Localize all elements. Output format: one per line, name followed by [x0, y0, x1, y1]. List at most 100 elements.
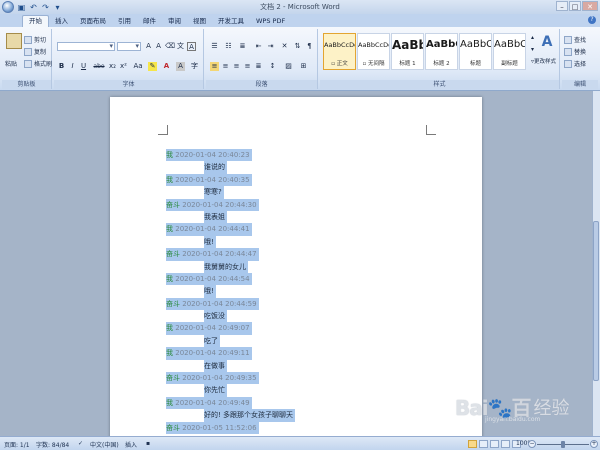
style-heading-2-name: 标题 2	[433, 61, 450, 67]
tab-review[interactable]: 审阅	[162, 16, 187, 27]
full-screen-reading-icon[interactable]	[479, 440, 488, 448]
styles-scroll-down-icon[interactable]: ▾	[528, 45, 537, 54]
close-button[interactable]: ✕	[582, 1, 598, 11]
enclose-char-icon[interactable]: 字	[190, 62, 199, 71]
sort-icon[interactable]: ⇅	[293, 42, 302, 51]
page-count[interactable]: 页面: 1/1	[4, 440, 30, 449]
maximize-button[interactable]: □	[569, 1, 581, 11]
copy-button[interactable]: 复制	[24, 47, 46, 56]
bullets-icon[interactable]: ☰	[210, 42, 219, 51]
align-left-icon[interactable]: ≡	[210, 62, 219, 71]
print-layout-view-icon[interactable]	[468, 440, 477, 448]
style-heading-1-sample: AaBb	[392, 38, 423, 52]
shading-icon[interactable]: ▨	[284, 62, 293, 71]
zoom-slider-thumb[interactable]	[561, 441, 565, 448]
tab-wps-pdf[interactable]: WPS PDF	[250, 16, 291, 27]
paste-button[interactable]: 粘贴	[5, 59, 17, 68]
insert-mode[interactable]: 插入	[125, 440, 137, 449]
format-painter-button[interactable]: 格式刷	[24, 59, 52, 68]
increase-indent-icon[interactable]: ⇥	[266, 42, 275, 51]
chat-sender: 奋斗	[166, 200, 180, 209]
styles-scroll-up-icon[interactable]: ▴	[528, 33, 537, 42]
justify-icon[interactable]: ≡	[243, 62, 252, 71]
font-size-select[interactable]	[117, 42, 141, 51]
zoom-in-button[interactable]: +	[590, 440, 598, 448]
tab-insert[interactable]: 插入	[49, 16, 74, 27]
numbering-icon[interactable]: ☷	[224, 42, 233, 51]
styles-group: AaBbCcDd ▫ 正文 AaBbCcDd ▫ 无间隔 AaBb 标题 1 A…	[320, 29, 560, 89]
align-center-icon[interactable]: ≡	[221, 62, 230, 71]
chat-header-line: 奋斗 2020-01-04 20:49:35	[166, 372, 316, 385]
font-color-button[interactable]: A	[162, 62, 171, 71]
tab-page-layout[interactable]: 页面布局	[74, 16, 112, 27]
tab-view[interactable]: 视图	[187, 16, 212, 27]
style-no-spacing[interactable]: AaBbCcDd ▫ 无间隔	[357, 33, 390, 70]
language-indicator[interactable]: 中文(中国)	[90, 440, 119, 449]
macro-record-icon[interactable]: ▪	[146, 440, 150, 447]
select-label: 选择	[574, 61, 587, 68]
char-shading-icon[interactable]: A	[176, 62, 185, 71]
align-right-icon[interactable]: ≡	[232, 62, 241, 71]
replace-button[interactable]: 替换	[564, 47, 586, 56]
decrease-indent-icon[interactable]: ⇤	[254, 42, 263, 51]
help-icon[interactable]: ?	[588, 16, 596, 24]
style-subtitle[interactable]: AaBbC 副标题	[493, 33, 526, 70]
style-title[interactable]: AaBbC 标题	[459, 33, 492, 70]
tab-references[interactable]: 引用	[112, 16, 137, 27]
document-page[interactable]: 我 2020-01-04 20:40:23 谁说的我 2020-01-04 20:…	[110, 97, 482, 442]
italic-button[interactable]: I	[68, 62, 77, 71]
cursor-icon	[564, 59, 572, 68]
chat-log[interactable]: 我 2020-01-04 20:40:23 谁说的我 2020-01-04 20:…	[166, 149, 316, 434]
strikethrough-button[interactable]: abe	[92, 62, 106, 71]
style-heading-1[interactable]: AaBb 标题 1	[391, 33, 424, 70]
select-button[interactable]: 选择	[564, 59, 586, 68]
status-bar: 页面: 1/1 字数: 84/84 ✓ 中文(中国) 插入 ▪ 100% − +	[0, 436, 600, 450]
scroll-thumb[interactable]	[593, 221, 599, 381]
char-border-icon[interactable]: A	[187, 42, 196, 51]
find-label: 查找	[574, 37, 587, 44]
selection-highlight: 我 2020-01-04 20:44:41	[166, 223, 252, 236]
ribbon-tabs: 开始 插入 页面布局 引用 邮件 审阅 视图 开发工具 WPS PDF ?	[0, 14, 600, 27]
subscript-button[interactable]: x₂	[108, 62, 117, 71]
tab-home[interactable]: 开始	[22, 15, 49, 27]
chat-timestamp: 2020-01-04 20:40:35	[175, 175, 250, 184]
distributed-icon[interactable]: ≣	[254, 62, 263, 71]
ribbon: 粘贴 剪切 复制 格式刷 剪贴板 A A ⌫ 文 A B I U abe x₂ …	[0, 27, 600, 91]
grow-font-icon[interactable]: A	[144, 42, 153, 51]
shrink-font-icon[interactable]: A	[154, 42, 163, 51]
bold-button[interactable]: B	[57, 62, 66, 71]
style-normal[interactable]: AaBbCcDd ▫ 正文	[323, 33, 356, 70]
change-styles-button[interactable]: 更改样式	[534, 57, 556, 65]
phonetic-icon[interactable]: 文	[176, 42, 185, 51]
superscript-button[interactable]: x²	[119, 62, 128, 71]
outline-view-icon[interactable]	[501, 440, 510, 448]
paste-icon[interactable]	[6, 33, 22, 49]
cut-button[interactable]: 剪切	[24, 35, 46, 44]
change-case-button[interactable]: Aa	[132, 62, 144, 71]
word-count[interactable]: 字数: 84/84	[36, 440, 69, 449]
chat-header-line: 奋斗 2020-01-04 20:44:59	[166, 297, 316, 311]
show-marks-icon[interactable]: ¶	[305, 42, 314, 51]
chinese-layout-icon[interactable]: ✕	[280, 42, 289, 51]
chat-header-line: 奋斗 2020-01-05 11:52:06	[166, 421, 316, 434]
clear-format-icon[interactable]: ⌫	[165, 42, 175, 51]
underline-button[interactable]: U	[79, 62, 88, 71]
line-spacing-icon[interactable]: ↕	[268, 62, 277, 71]
style-heading-2[interactable]: AaBbC 标题 2	[425, 33, 458, 70]
borders-icon[interactable]: ⊞	[299, 62, 308, 71]
font-name-select[interactable]	[57, 42, 115, 51]
vertical-scrollbar[interactable]	[592, 91, 600, 436]
find-button[interactable]: 查找	[564, 35, 586, 44]
watermark-url: jingyan.baidu.com	[485, 416, 541, 423]
minimize-button[interactable]: –	[556, 1, 568, 11]
tab-mailings[interactable]: 邮件	[137, 16, 162, 27]
web-layout-icon[interactable]	[490, 440, 499, 448]
multilevel-list-icon[interactable]: ≣	[238, 42, 247, 51]
selection-highlight: 奋斗 2020-01-05 11:52:06	[166, 421, 259, 434]
tab-developer[interactable]: 开发工具	[212, 16, 250, 27]
proofing-icon[interactable]: ✓	[78, 440, 83, 447]
zoom-out-button[interactable]: −	[528, 440, 536, 448]
selection-highlight: 好的! 多跟那个女孩子聊聊天	[204, 409, 296, 422]
highlight-icon[interactable]: ✎	[148, 62, 157, 71]
change-styles-icon[interactable]: A	[539, 34, 555, 50]
